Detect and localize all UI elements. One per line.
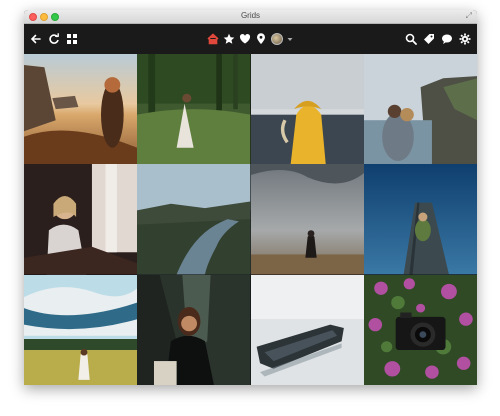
star-icon[interactable] <box>223 33 235 45</box>
photo-tile[interactable] <box>363 274 477 385</box>
photo-grid <box>24 54 477 385</box>
photo-tile[interactable] <box>24 274 138 385</box>
photo-tile[interactable] <box>24 164 138 275</box>
toolbar <box>24 24 477 54</box>
photo-tile[interactable] <box>363 54 477 165</box>
action-controls <box>405 33 471 45</box>
photo-tile[interactable] <box>363 164 477 275</box>
photo-tile[interactable] <box>24 54 138 165</box>
back-arrow-icon[interactable] <box>30 33 42 45</box>
chevron-down-icon[interactable] <box>287 33 293 45</box>
tag-icon[interactable] <box>423 33 435 45</box>
title-bar: Grids ⤢ <box>24 10 477 24</box>
nav-controls <box>30 33 78 45</box>
gear-icon[interactable] <box>459 33 471 45</box>
photo-tile[interactable] <box>250 164 364 275</box>
photo-tile[interactable] <box>250 54 364 165</box>
window-title: Grids <box>240 11 261 20</box>
grid-view-icon[interactable] <box>66 33 78 45</box>
feed-switcher <box>207 33 293 45</box>
photo-tile[interactable] <box>250 274 364 385</box>
refresh-icon[interactable] <box>48 33 60 45</box>
location-pin-icon[interactable] <box>255 33 267 45</box>
heart-icon[interactable] <box>239 33 251 45</box>
search-icon[interactable] <box>405 33 417 45</box>
fullscreen-icon[interactable]: ⤢ <box>466 11 472 21</box>
photo-tile[interactable] <box>137 54 251 165</box>
home-icon[interactable] <box>207 33 219 45</box>
message-icon[interactable] <box>441 33 453 45</box>
app-window: Grids ⤢ <box>24 10 477 385</box>
profile-avatar-icon[interactable] <box>271 33 283 45</box>
photo-tile[interactable] <box>137 274 251 385</box>
photo-tile[interactable] <box>137 164 251 275</box>
